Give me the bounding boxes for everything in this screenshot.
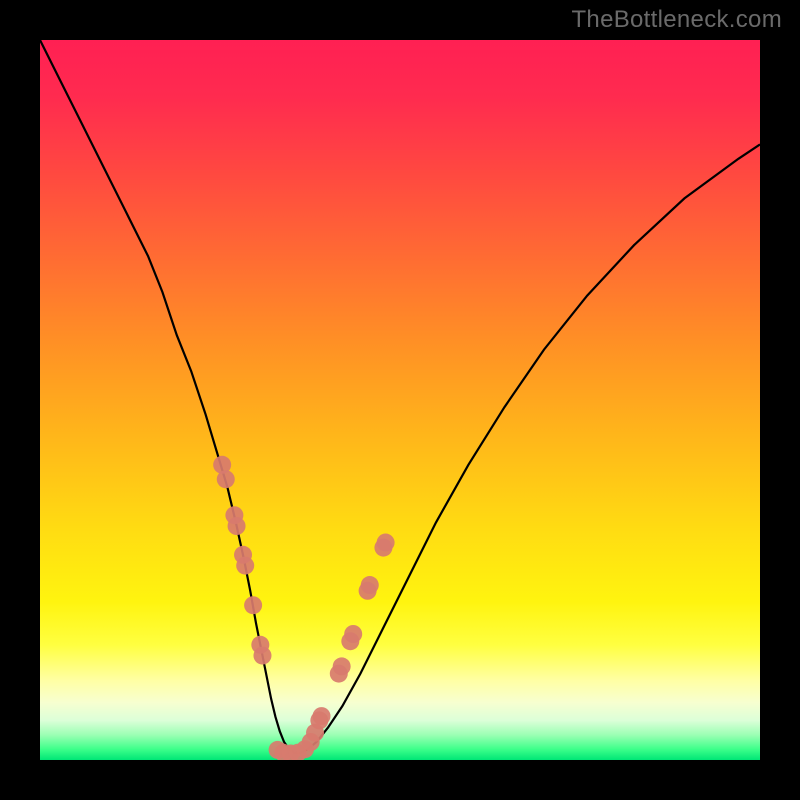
data-marker bbox=[361, 576, 379, 594]
watermark-text: TheBottleneck.com bbox=[571, 6, 782, 34]
data-marker bbox=[377, 534, 395, 552]
data-marker bbox=[236, 557, 254, 575]
bottleneck-chart bbox=[40, 40, 760, 760]
data-marker bbox=[344, 625, 362, 643]
gradient-background bbox=[40, 40, 760, 760]
data-marker bbox=[244, 596, 262, 614]
chart-frame: TheBottleneck.com bbox=[0, 0, 800, 800]
data-marker bbox=[253, 647, 271, 665]
data-marker bbox=[306, 724, 324, 742]
data-marker bbox=[313, 707, 331, 725]
data-marker bbox=[217, 470, 235, 488]
data-marker bbox=[333, 657, 351, 675]
data-marker bbox=[228, 517, 246, 535]
